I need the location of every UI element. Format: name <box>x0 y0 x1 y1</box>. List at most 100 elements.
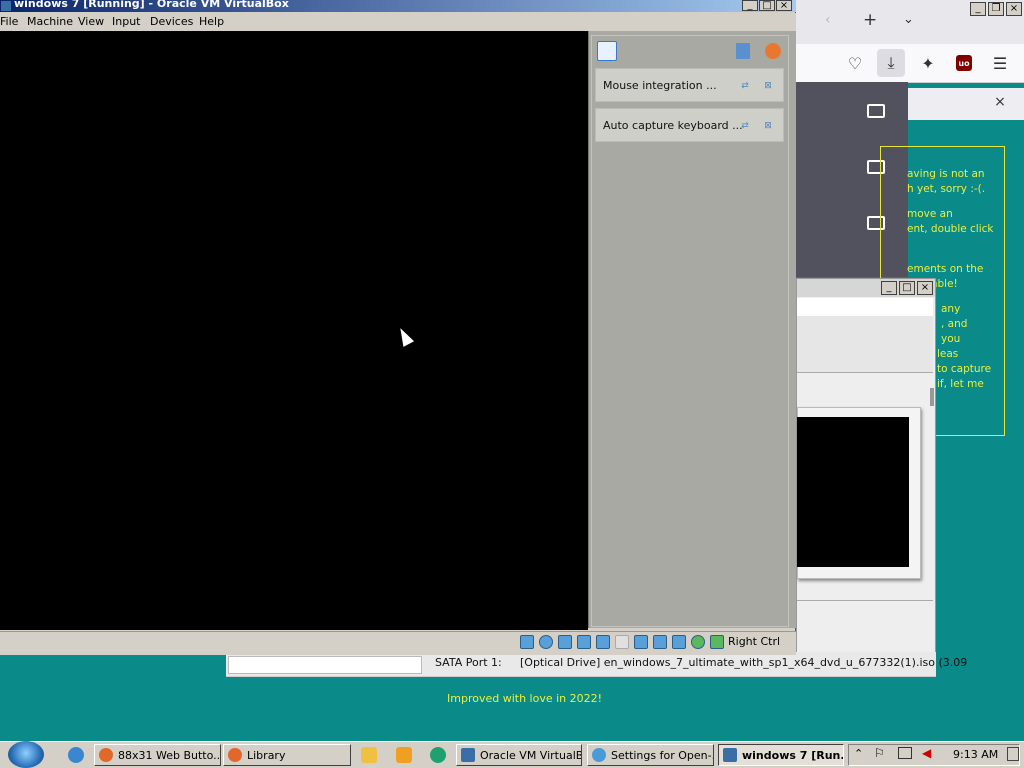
display-preview <box>797 417 909 567</box>
virtualbox-icon <box>1 1 11 11</box>
taskbar-label: Settings for Open-... <box>611 748 714 762</box>
folder-icon[interactable] <box>867 104 885 118</box>
usb-icon[interactable] <box>596 635 610 649</box>
media-player-icon[interactable] <box>396 747 412 763</box>
audio-icon[interactable] <box>558 635 572 649</box>
cpu-icon[interactable] <box>672 635 686 649</box>
settings-maximize-button[interactable]: □ <box>899 281 915 295</box>
notification-card[interactable]: Auto capture keyboard ... ⇄ ⊠ <box>595 108 784 142</box>
optical-drive-icon[interactable] <box>539 635 553 649</box>
taskbar-button-settings[interactable]: Settings for Open-... <box>587 744 714 766</box>
notification-bell-icon[interactable] <box>597 41 617 61</box>
mouse-integration-icon[interactable] <box>691 635 705 649</box>
taskbar-button-virtualbox[interactable]: Oracle VM VirtualB... <box>456 744 582 766</box>
start-button-icon[interactable] <box>8 741 44 768</box>
settings-close-button[interactable]: × <box>917 281 933 295</box>
video-capture-icon[interactable] <box>653 635 667 649</box>
taskbar-button-firefox[interactable]: 88x31 Web Butto... <box>94 744 221 766</box>
window-title: windows 7 [Running] - Oracle VM VirtualB… <box>14 0 289 10</box>
show-desktop-icon[interactable] <box>1007 747 1019 761</box>
mute-notification-icon[interactable]: ⇄ <box>739 81 751 91</box>
page-info-line: you <box>941 333 961 345</box>
page-info-line: any <box>941 303 961 315</box>
page-info-line: h yet, sorry :-(. <box>907 183 986 195</box>
taskbar-label: Library <box>247 748 286 762</box>
app-icon[interactable] <box>430 747 446 763</box>
clock[interactable]: 9:13 AM <box>953 748 998 761</box>
firefox-icon <box>99 748 113 762</box>
show-hidden-icons-icon[interactable]: ⌃ <box>854 747 863 760</box>
taskbar-label: windows 7 [Run... <box>742 748 844 762</box>
dismiss-notification-icon[interactable]: ⊠ <box>762 81 774 91</box>
page-footer: Improved with love in 2022! <box>447 692 603 705</box>
notification-text: Mouse integration ... <box>603 79 717 92</box>
mute-notification-icon[interactable]: ⇄ <box>739 121 751 131</box>
page-info-line: ements on the <box>907 263 984 275</box>
divider <box>797 372 933 373</box>
hard-disk-icon[interactable] <box>520 635 534 649</box>
menu-file[interactable]: File <box>0 15 18 28</box>
browser-toolbar: ♡ ⤓ ✦ uo ☰ <box>795 44 1024 83</box>
menu-help[interactable]: Help <box>199 15 224 28</box>
menu-view[interactable]: View <box>78 15 104 28</box>
tab-scroll-left-icon[interactable]: ‹ <box>825 12 831 28</box>
page-info-line: ent, double click <box>907 223 994 235</box>
volume-muted-icon[interactable]: ◀ <box>922 746 931 760</box>
shared-folders-icon[interactable] <box>615 635 629 649</box>
vm-display[interactable] <box>0 31 588 630</box>
taskbar-button-vm[interactable]: windows 7 [Run... <box>718 744 844 766</box>
browser-restore-button[interactable]: ❐ <box>988 2 1004 16</box>
storage-field <box>228 656 422 674</box>
menu-hamburger-icon[interactable]: ☰ <box>986 49 1014 77</box>
menu-devices[interactable]: Devices <box>150 15 193 28</box>
page-info-line: , and <box>941 318 968 330</box>
taskbar-label: Oracle VM VirtualB... <box>480 748 582 762</box>
storage-value: [Optical Drive] en_windows_7_ultimate_wi… <box>520 656 968 669</box>
ublock-icon[interactable]: uo <box>950 49 978 77</box>
clear-notifications-icon[interactable] <box>765 43 781 59</box>
browser-tab-bar: ‹ + ⌄ _ ❐ × <box>795 0 1024 44</box>
page-info-line: if, let me <box>937 378 984 390</box>
page-info-line: leas <box>937 348 959 360</box>
scrollbar[interactable] <box>930 388 934 406</box>
virtualbox-icon <box>461 748 475 762</box>
extensions-icon[interactable]: ✦ <box>914 49 942 77</box>
browser-minimize-button[interactable]: _ <box>970 2 986 16</box>
keyboard-capture-icon[interactable] <box>710 635 724 649</box>
divider <box>797 600 933 601</box>
page-info-line: aving is not an <box>907 168 985 180</box>
page-info-line: move an <box>907 208 953 220</box>
firefox-icon <box>228 748 242 762</box>
sort-notifications-icon[interactable] <box>736 43 750 59</box>
vbox-maximize-button[interactable]: □ <box>759 0 775 11</box>
pocket-icon[interactable]: ♡ <box>841 49 869 77</box>
menu-machine[interactable]: Machine <box>27 15 73 28</box>
virtualbox-icon <box>723 748 737 762</box>
tab-list-chevron-icon[interactable]: ⌄ <box>903 12 914 27</box>
notification-text: Auto capture keyboard ... <box>603 119 743 132</box>
storage-label: SATA Port 1: <box>435 656 502 669</box>
vbox-minimize-button[interactable]: _ <box>742 0 758 11</box>
settings-icon <box>592 748 606 762</box>
taskbar-button-library[interactable]: Library <box>223 744 351 766</box>
vbox-close-button[interactable]: × <box>776 0 792 11</box>
explorer-icon[interactable] <box>361 747 377 763</box>
host-key-label: Right Ctrl <box>728 635 781 648</box>
action-center-flag-icon[interactable]: ⚐ <box>874 746 885 760</box>
browser-close-button[interactable]: × <box>1006 2 1022 16</box>
vbox-titlebar[interactable]: windows 7 [Running] - Oracle VM VirtualB… <box>0 0 796 12</box>
settings-minimize-button[interactable]: _ <box>881 281 897 295</box>
downloads-icon[interactable]: ⤓ <box>877 49 905 77</box>
notification-card[interactable]: Mouse integration ... ⇄ ⊠ <box>595 68 784 102</box>
menu-input[interactable]: Input <box>112 15 140 28</box>
display-icon[interactable] <box>634 635 648 649</box>
ie-icon[interactable] <box>68 747 84 763</box>
dismiss-notification-icon[interactable]: ⊠ <box>762 121 774 131</box>
network-icon[interactable] <box>577 635 591 649</box>
settings-titlebar: _ □ × <box>797 279 935 297</box>
settings-section <box>797 316 933 372</box>
new-tab-icon[interactable]: + <box>863 10 877 30</box>
network-tray-icon[interactable] <box>898 747 912 759</box>
page-info-line: to capture <box>937 363 992 375</box>
panel-close-icon[interactable]: × <box>992 94 1008 110</box>
